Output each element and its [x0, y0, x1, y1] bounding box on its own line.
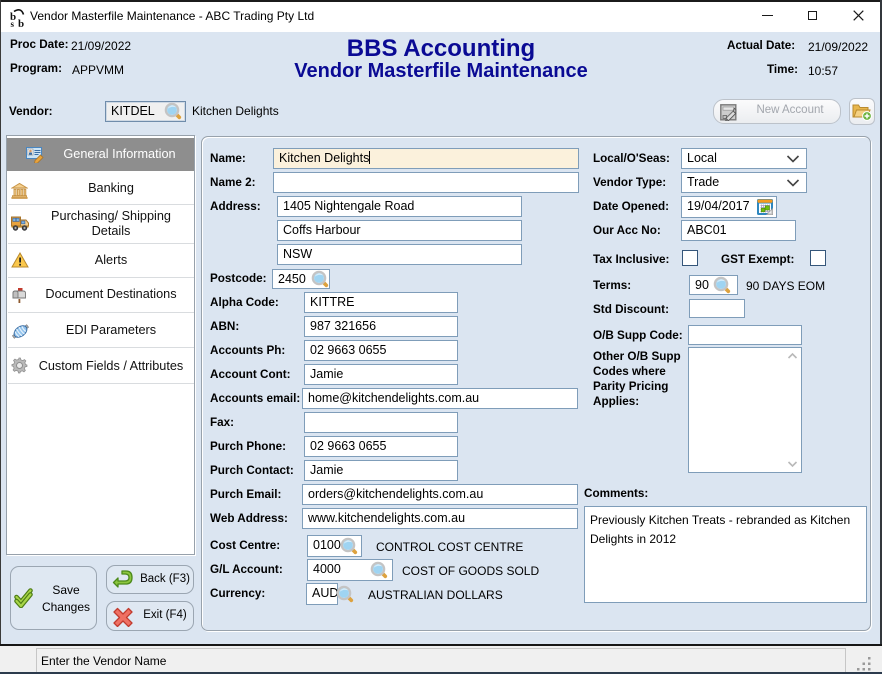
svg-text:b: b: [18, 18, 24, 28]
svg-text:s: s: [11, 19, 15, 28]
